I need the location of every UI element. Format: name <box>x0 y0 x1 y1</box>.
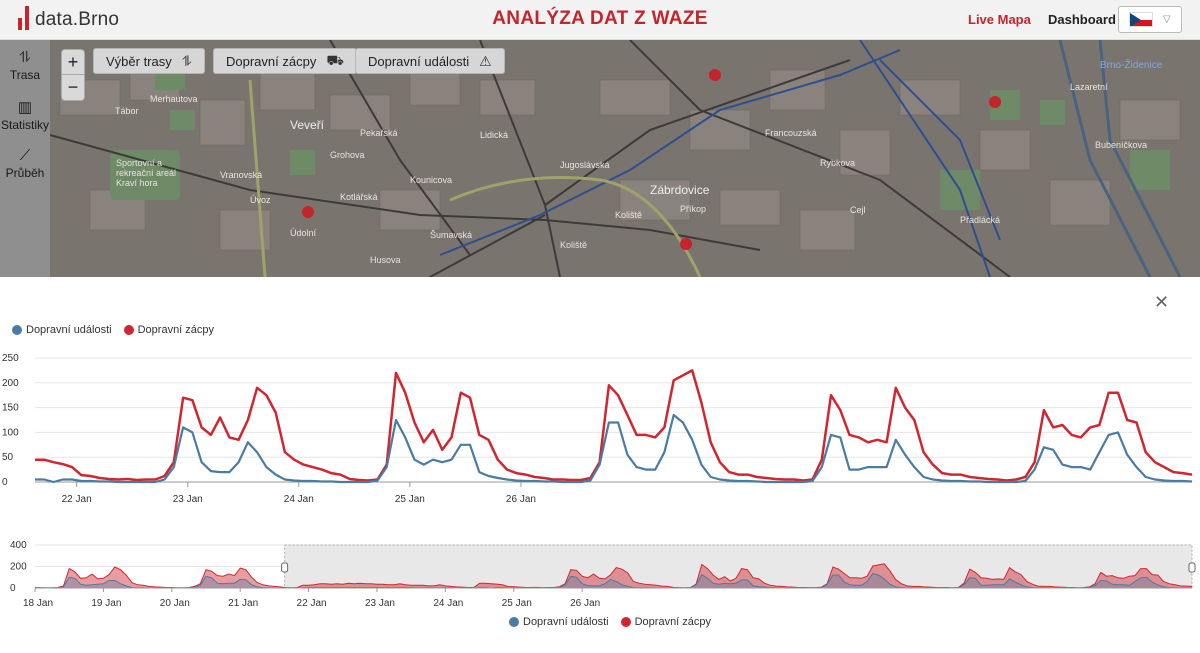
sidebar-item-prubeh[interactable]: ⟋ Průběh <box>0 147 50 181</box>
sidebar-item-trasa[interactable]: ⥮ Trasa <box>0 49 50 83</box>
series-line-events <box>35 413 1193 484</box>
map-label-lidicka: Lidická <box>480 130 509 140</box>
legend-dot-events <box>12 325 22 335</box>
map-label-brno-zidenice: Brno-Židenice <box>1100 60 1163 71</box>
x-tick-label: 23 Jan <box>173 494 203 505</box>
button-label: Dopravní zácpy <box>226 53 317 69</box>
legend-label: Dopravní zácpy <box>634 616 712 628</box>
map-label-zabrdovice: Zábrdovice <box>650 183 710 197</box>
legend-label: Dopravní zácpy <box>137 324 215 336</box>
x-tick-label: 22 Jan <box>62 494 92 505</box>
map-label-tabor: Tábor <box>115 106 139 116</box>
map-label-pekarska: Pekařská <box>360 128 398 138</box>
x-tick-label: 20 Jan <box>160 598 190 609</box>
left-sidebar: ⥮ Trasa ▥ Statistiky ⟋ Průběh <box>0 40 50 277</box>
y-tick-label: 400 <box>10 540 27 551</box>
map-label-bubenickova: Bubeníčkova <box>1095 140 1148 150</box>
legend-item-jams[interactable]: Dopravní zácpy <box>620 616 712 628</box>
route-select-button[interactable]: Výběr trasy ⥮ <box>93 48 205 74</box>
zoom-control: + − <box>61 49 85 101</box>
route-icon: ⥮ <box>181 52 192 69</box>
map-label-pradlacka: Přadlácká <box>960 215 1001 225</box>
sidebar-item-label: Trasa <box>9 68 41 82</box>
warning-icon: ⚠ <box>479 52 492 69</box>
legend-item-jams[interactable]: Dopravní zácpy <box>123 324 215 336</box>
map-label-merhautova: Merhautova <box>150 94 198 104</box>
y-tick-label: 0 <box>2 477 8 488</box>
bar-chart-icon: ▥ <box>17 99 33 116</box>
traffic-events-button[interactable]: Dopravní události ⚠ <box>355 48 505 74</box>
y-tick-label: 200 <box>2 378 19 389</box>
map-label-udolni: Údolní <box>290 228 317 238</box>
button-label: Výběr trasy <box>106 53 172 69</box>
nav-dashboard-link[interactable]: Dashboard <box>1048 12 1116 27</box>
navigator-legend: Dopravní události Dopravní zácpy <box>509 616 711 628</box>
x-tick-label: 26 Jan <box>570 598 600 609</box>
y-tick-label: 250 <box>2 353 19 364</box>
x-tick-label: 24 Jan <box>284 494 314 505</box>
y-tick-label: 50 <box>2 452 14 463</box>
x-tick-label: 25 Jan <box>502 598 532 609</box>
x-tick-label: 21 Jan <box>228 598 258 609</box>
navigator-handle-left[interactable] <box>281 562 289 573</box>
app-header: data.Brno ANALÝZA DAT Z WAZE Live Mapa D… <box>0 0 1200 40</box>
map-label-prikop: Příkop <box>680 204 707 214</box>
map-label-rybkova: Rybkova <box>820 158 856 168</box>
y-tick-label: 0 <box>10 583 16 594</box>
map-label-kravi-hora: Sportovní a rekreační areál Kraví hora <box>116 158 177 188</box>
navigator-handle-right[interactable] <box>1188 562 1196 573</box>
x-tick-label: 19 Jan <box>91 598 121 609</box>
map-label-francouzska: Francouzská <box>765 128 817 138</box>
map-label-koliste: Koliště <box>615 210 643 220</box>
map-label-jugoslavska: Jugoslávská <box>560 160 610 170</box>
legend-item-events[interactable]: Dopravní události <box>509 616 609 628</box>
legend-item-events[interactable]: Dopravní události <box>12 324 112 336</box>
series-line-jams <box>35 369 1193 482</box>
legend-dot-jams <box>123 325 134 335</box>
map-label-husova: Husova <box>370 255 401 265</box>
map-label-sumavska: Šumavská <box>430 230 473 240</box>
x-tick-label: 26 Jan <box>506 494 536 505</box>
close-icon[interactable]: ✕ <box>1154 292 1169 313</box>
y-tick-label: 100 <box>2 427 19 438</box>
czech-flag-icon <box>1129 12 1153 27</box>
route-icon: ⥮ <box>19 49 31 66</box>
map-label-cejl: Cejl <box>850 205 866 215</box>
chevron-down-icon: ▽ <box>1163 14 1171 25</box>
map-label-veveri: Veveří <box>290 118 325 132</box>
x-tick-label: 22 Jan <box>297 598 327 609</box>
main-chart-legend: Dopravní události Dopravní zácpy <box>12 324 214 336</box>
y-tick-label: 200 <box>10 562 27 573</box>
legend-label: Dopravní události <box>523 616 609 628</box>
map-label-kounicova: Kounicova <box>410 175 453 185</box>
map-label-grohova: Grohova <box>330 150 365 160</box>
zoom-out-button[interactable]: − <box>62 75 84 100</box>
map-label-koliste-2: Koliště <box>560 240 588 250</box>
x-tick-label: 24 Jan <box>433 598 463 609</box>
language-select[interactable]: ▽ <box>1118 6 1182 33</box>
legend-dot-events <box>509 617 519 627</box>
y-tick-label: 150 <box>2 403 19 414</box>
zoom-in-button[interactable]: + <box>62 50 84 75</box>
legend-label: Dopravní události <box>26 324 112 336</box>
x-tick-label: 23 Jan <box>365 598 395 609</box>
line-chart-icon: ⟋ <box>19 147 31 164</box>
map-label-uvoz: Úvoz <box>250 195 271 205</box>
traffic-jams-button[interactable]: Dopravní zácpy ⛟ <box>213 48 357 74</box>
map-label-kotlarska: Kotlářská <box>340 192 378 202</box>
sidebar-item-statistiky[interactable]: ▥ Statistiky <box>0 99 50 133</box>
chart-panel: ✕ Dopravní události Dopravní zácpy 0 50 10… <box>0 277 1200 653</box>
legend-dot-jams <box>620 617 631 627</box>
sidebar-item-label: Průběh <box>5 166 45 180</box>
button-label: Dopravní události <box>368 53 470 69</box>
x-tick-label: 18 Jan <box>23 598 53 609</box>
map-label-vranovska: Vranovská <box>220 170 263 180</box>
x-tick-label: 25 Jan <box>395 494 425 505</box>
sidebar-item-label: Statistiky <box>0 118 49 132</box>
nav-live-map-link[interactable]: Live Mapa <box>968 12 1031 27</box>
car-icon: ⛟ <box>326 51 344 68</box>
map-view[interactable]: Veveří Zábrdovice Brno-Židenice Koliště … <box>0 40 1200 277</box>
map-label-lazaretni: Lazaretní <box>1070 82 1108 92</box>
